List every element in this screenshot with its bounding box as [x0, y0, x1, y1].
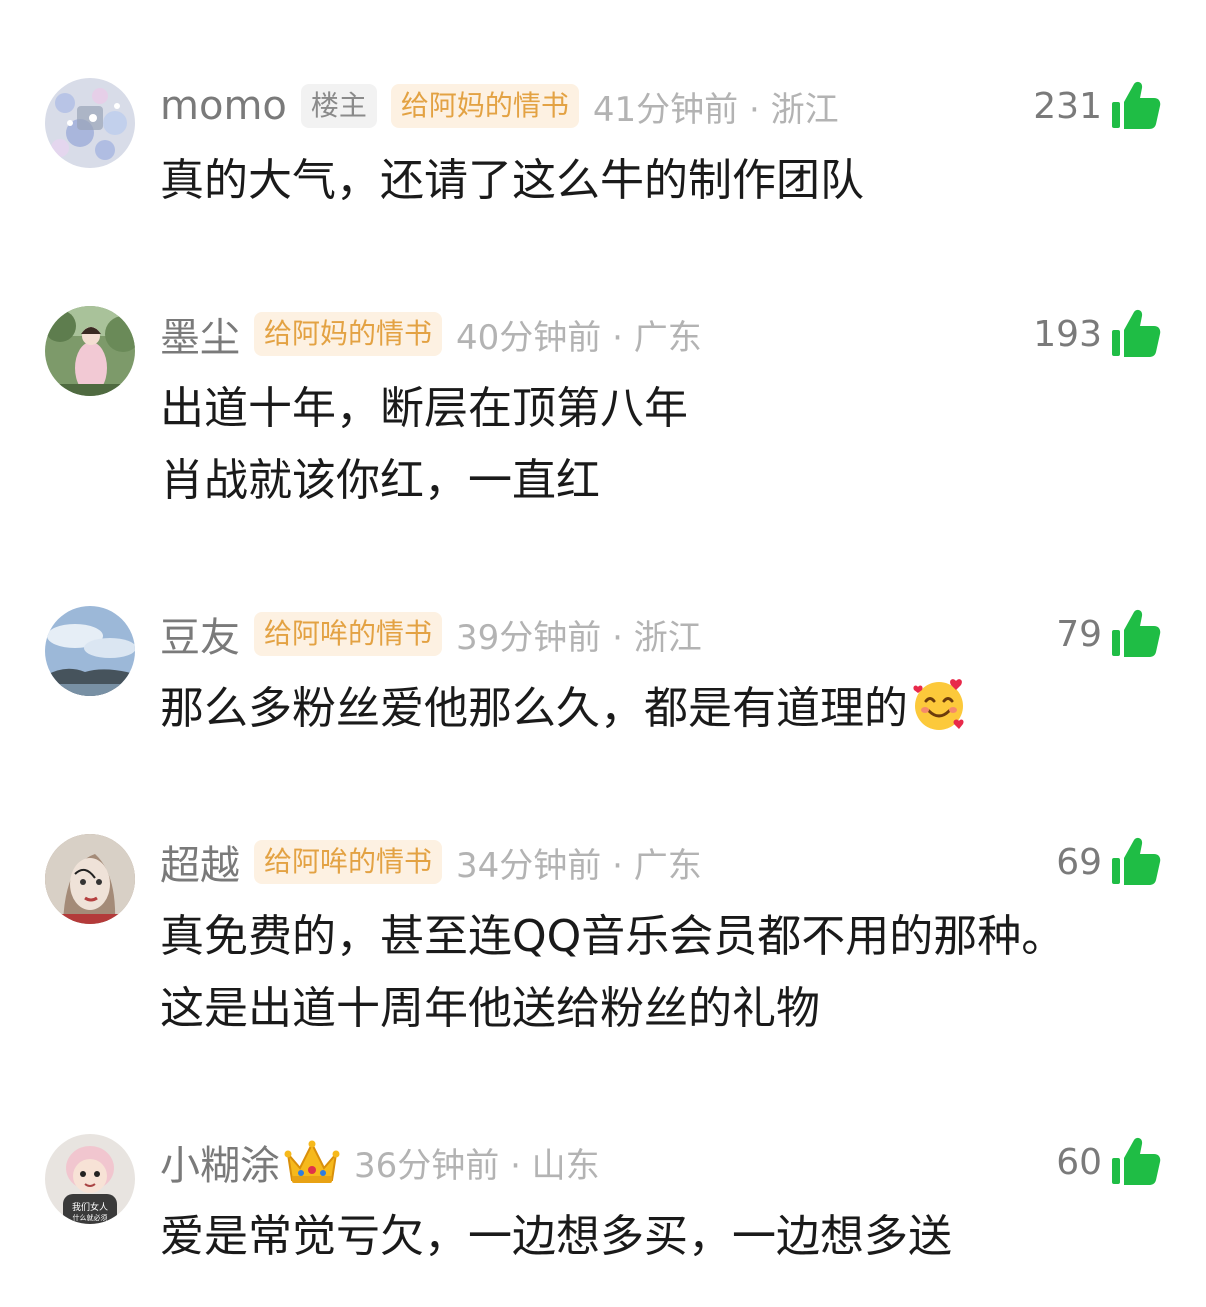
fan-badge[interactable]: 给阿哞的情书	[254, 840, 443, 884]
username[interactable]: 小糊涂	[160, 1133, 280, 1191]
like-button[interactable]: 60	[1056, 1134, 1162, 1190]
avatar-caption-line: 什么就必须	[73, 1213, 108, 1222]
comment-text: 真免费的，甚至连QQ音乐会员都不用的那种。 这是出道十周年他送给粉丝的礼物	[160, 901, 1065, 1045]
comment-text: 那么多粉丝爱他那么久，都是有道理的	[160, 673, 968, 745]
like-button[interactable]: 193	[1033, 306, 1162, 362]
like-count: 69	[1056, 841, 1102, 883]
comment-meta: momo 楼主 给阿妈的情书 41分钟前 · 浙江	[160, 78, 839, 134]
avatar[interactable]: 我们女人 什么就必须	[45, 1134, 135, 1224]
fan-badge[interactable]: 给阿哞的情书	[254, 612, 443, 656]
comment-text: 爱是常觉亏欠，一边想多买，一边想多送	[160, 1201, 952, 1273]
comment-line: 这是出道十周年他送给粉丝的礼物	[160, 983, 820, 1034]
owner-tag: 楼主	[300, 84, 377, 128]
crown-icon	[284, 1140, 340, 1183]
like-count: 60	[1056, 1141, 1102, 1183]
comment-line: 那么多粉丝爱他那么久，都是有道理的	[160, 673, 968, 745]
comment-line-text: 那么多粉丝爱他那么久，都是有道理的	[160, 683, 908, 734]
like-button[interactable]: 231	[1033, 78, 1162, 134]
fan-badge[interactable]: 给阿妈的情书	[254, 312, 443, 356]
username[interactable]: 豆友	[160, 605, 240, 663]
comment-text: 出道十年，断层在顶第八年 肖战就该你红，一直红	[160, 373, 688, 517]
comment-line: 爱是常觉亏欠，一边想多买，一边想多送	[160, 1211, 952, 1262]
timestamp-location: 40分钟前 · 广东	[456, 317, 702, 358]
comment-text: 真的大气，还请了这么牛的制作团队	[160, 145, 864, 217]
like-count: 231	[1033, 85, 1102, 127]
avatar[interactable]	[45, 606, 135, 696]
avatar[interactable]	[45, 78, 135, 168]
like-count: 79	[1056, 613, 1102, 655]
comment-line: 肖战就该你红，一直红	[160, 455, 600, 506]
like-button[interactable]: 69	[1056, 834, 1162, 890]
timestamp-location: 41分钟前 · 浙江	[592, 89, 839, 130]
comment-line: 真免费的，甚至连QQ音乐会员都不用的那种。	[160, 911, 1066, 962]
fan-badge[interactable]: 给阿妈的情书	[390, 84, 579, 128]
timestamp-location: 36分钟前 · 山东	[354, 1145, 600, 1186]
avatar[interactable]	[45, 834, 135, 924]
like-button[interactable]: 79	[1056, 606, 1162, 662]
comment-meta: 豆友 给阿哞的情书 39分钟前 · 浙江	[160, 606, 702, 662]
like-count: 193	[1033, 313, 1102, 355]
thumbs-up-icon	[1112, 81, 1161, 129]
avatar-caption-line: 我们女人	[72, 1201, 108, 1213]
comment-meta: 超越 给阿哞的情书 34分钟前 · 广东	[160, 834, 702, 890]
comment-line: 出道十年，断层在顶第八年	[160, 383, 688, 434]
thumbs-up-icon	[1112, 609, 1161, 657]
thumbs-up-icon	[1112, 309, 1161, 357]
comment-meta: 墨尘 给阿妈的情书 40分钟前 · 广东	[160, 306, 702, 362]
smiling-face-with-hearts-emoji	[913, 679, 964, 730]
username[interactable]: 超越	[160, 833, 240, 891]
username[interactable]: momo	[160, 83, 287, 129]
timestamp-location: 39分钟前 · 浙江	[456, 617, 702, 658]
thumbs-up-icon	[1112, 837, 1161, 885]
avatar[interactable]	[45, 306, 135, 396]
timestamp-location: 34分钟前 · 广东	[456, 845, 702, 886]
thumbs-up-icon	[1112, 1137, 1161, 1185]
comment-meta: 小糊涂 36分钟前 · 山东	[160, 1134, 600, 1190]
username[interactable]: 墨尘	[160, 305, 240, 363]
comment-line: 真的大气，还请了这么牛的制作团队	[160, 155, 864, 206]
